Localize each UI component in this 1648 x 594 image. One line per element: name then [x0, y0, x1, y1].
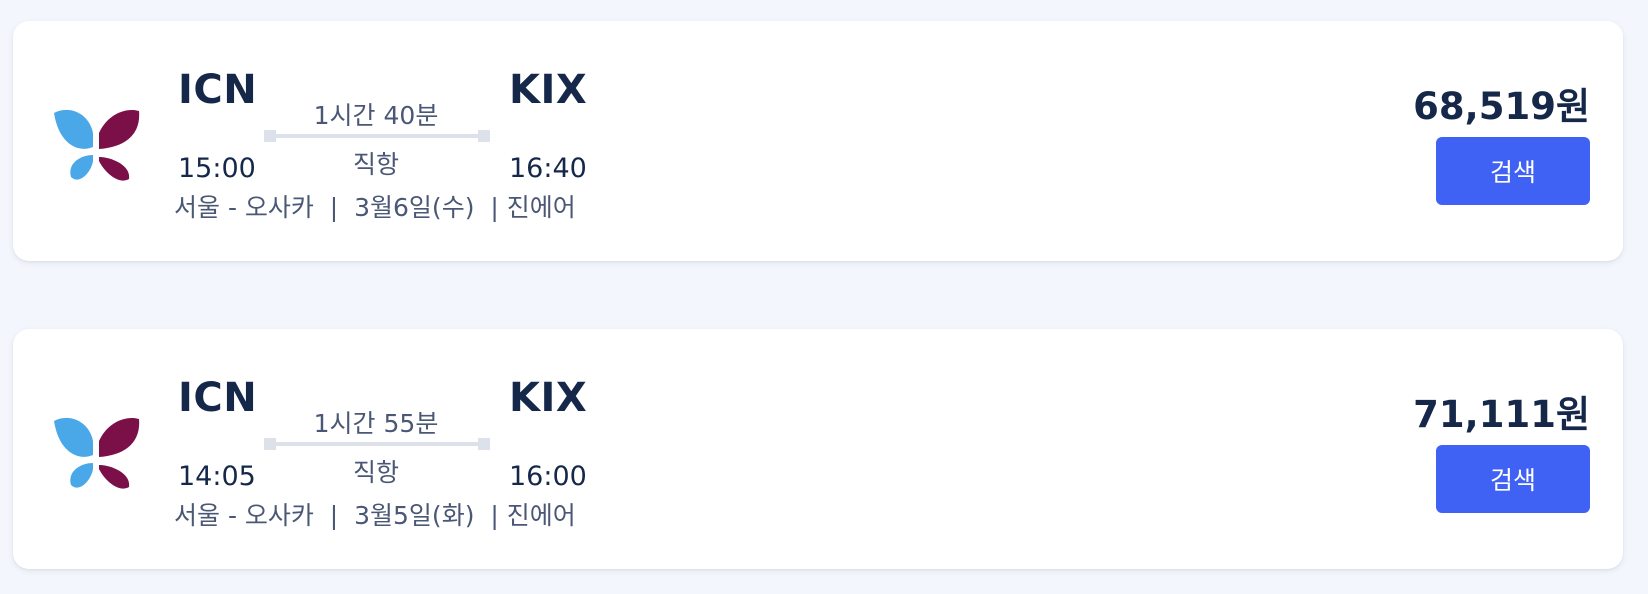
arrival-airport: KIX — [509, 67, 588, 113]
departure-airport: ICN — [178, 67, 258, 113]
departure-time: 15:00 — [178, 153, 256, 184]
flight-duration: 1시간 40분 — [313, 101, 439, 130]
route-summary: ICN 14:05 1시간 55분 직항 KIX 16:00 — [174, 375, 614, 492]
flight-card[interactable]: ICN 14:05 1시간 55분 직항 KIX 16:00 서울 - 오사카 … — [13, 329, 1623, 569]
price: 68,519원 — [1413, 85, 1590, 128]
flight-results-list: ICN 15:00 1시간 40분 직항 KIX 16:40 서울 - 오사카 … — [0, 0, 1648, 594]
departure-time: 14:05 — [178, 461, 256, 492]
stops-label: 직항 — [352, 458, 399, 487]
arrival-airport: KIX — [509, 375, 588, 421]
flight-duration: 1시간 55분 — [313, 409, 439, 438]
route-line — [264, 438, 490, 450]
departure-airport: ICN — [178, 375, 258, 421]
search-button[interactable]: 검색 — [1436, 445, 1590, 513]
route-summary: ICN 15:00 1시간 40분 직항 KIX 16:40 — [174, 67, 614, 184]
flight-details: 서울 - 오사카 | 3월5일(화) | 진에어 — [174, 501, 576, 530]
flight-details: 서울 - 오사카 | 3월6일(수) | 진에어 — [174, 193, 576, 222]
arrival-time: 16:00 — [509, 461, 587, 492]
flight-card[interactable]: ICN 15:00 1시간 40분 직항 KIX 16:40 서울 - 오사카 … — [13, 21, 1623, 261]
search-button[interactable]: 검색 — [1436, 137, 1590, 205]
stops-label: 직항 — [352, 150, 399, 179]
price: 71,111원 — [1413, 393, 1590, 436]
butterfly-logo-icon — [54, 417, 140, 489]
route-line — [264, 130, 490, 142]
arrival-time: 16:40 — [509, 153, 587, 184]
butterfly-logo-icon — [54, 109, 140, 181]
